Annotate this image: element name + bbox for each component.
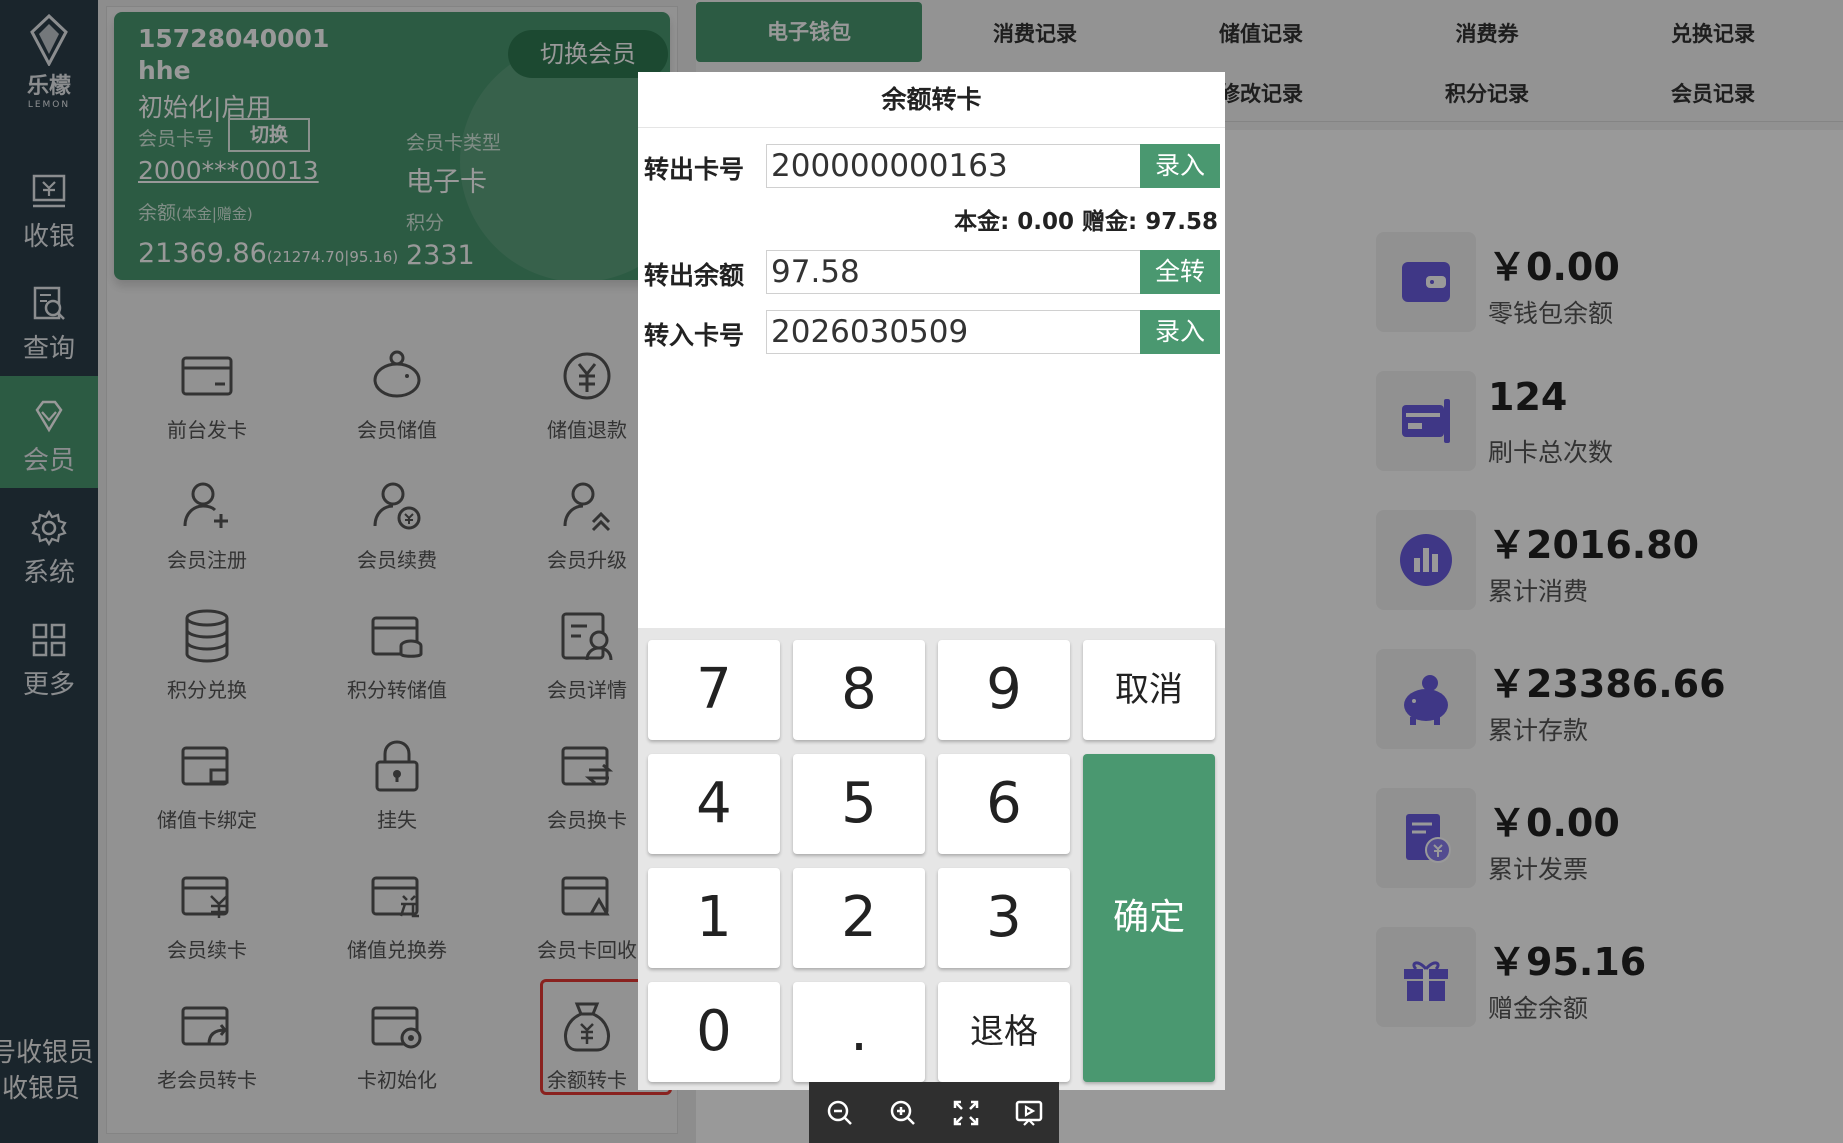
- confirm-button[interactable]: 确定: [1083, 754, 1215, 1082]
- zoom-toolbar: [809, 1082, 1059, 1143]
- out-amount-input[interactable]: 97.58: [766, 250, 1142, 294]
- in-card-input[interactable]: 2026030509: [766, 310, 1142, 354]
- key-1[interactable]: 1: [648, 868, 780, 968]
- zoom-out-icon[interactable]: [823, 1096, 857, 1130]
- balance-info: 本金: 0.00 赠金: 97.58: [954, 209, 1218, 235]
- key-2[interactable]: 2: [793, 868, 925, 968]
- transfer-all-button[interactable]: 全转: [1140, 250, 1220, 294]
- out-card-input[interactable]: 200000000163: [766, 144, 1142, 188]
- out-card-label: 转出卡号: [644, 155, 745, 184]
- fullscreen-icon[interactable]: [949, 1096, 983, 1130]
- key-7[interactable]: 7: [648, 640, 780, 740]
- dialog-title: 余额转卡: [638, 72, 1225, 128]
- cancel-button[interactable]: 取消: [1083, 640, 1215, 740]
- key-0[interactable]: 0: [648, 982, 780, 1082]
- backspace-button[interactable]: 退格: [938, 982, 1070, 1082]
- key-8[interactable]: 8: [793, 640, 925, 740]
- present-icon[interactable]: [1012, 1096, 1046, 1130]
- balance-transfer-dialog: 余额转卡 转出卡号 200000000163 录入 本金: 0.00 赠金: 9…: [638, 72, 1225, 1090]
- key-5[interactable]: 5: [793, 754, 925, 854]
- key-3[interactable]: 3: [938, 868, 1070, 968]
- in-card-label: 转入卡号: [644, 321, 745, 350]
- numeric-keypad: 7 8 9 取消 4 5 6 确定 1 2 3 0 . 退格: [638, 628, 1225, 1090]
- key-4[interactable]: 4: [648, 754, 780, 854]
- zoom-in-icon[interactable]: [886, 1096, 920, 1130]
- out-amount-label: 转出余额: [644, 261, 745, 290]
- key-9[interactable]: 9: [938, 640, 1070, 740]
- out-card-enter-button[interactable]: 录入: [1140, 144, 1220, 188]
- in-card-enter-button[interactable]: 录入: [1140, 310, 1220, 354]
- key-6[interactable]: 6: [938, 754, 1070, 854]
- key-dot[interactable]: .: [793, 982, 925, 1082]
